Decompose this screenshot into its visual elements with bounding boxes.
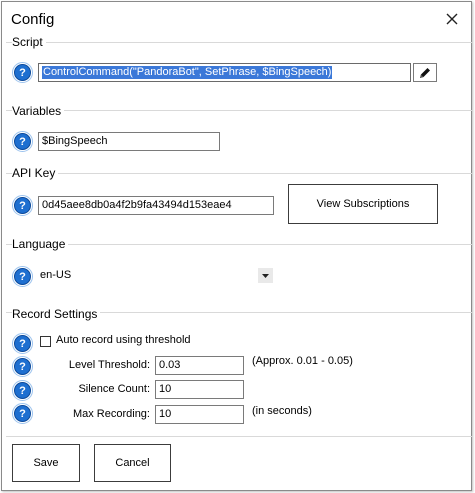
language-selected: en-US xyxy=(40,269,72,281)
save-button[interactable]: Save xyxy=(12,444,80,482)
footer-divider xyxy=(6,436,472,437)
script-input[interactable]: ControlCommand("PandoraBot", SetPhrase, … xyxy=(38,63,411,82)
language-dropdown[interactable]: en-US xyxy=(40,266,273,285)
dialog-title: Config xyxy=(11,11,55,28)
edit-script-button[interactable] xyxy=(413,63,437,82)
question-circle-icon[interactable]: ? xyxy=(12,266,33,287)
variables-input[interactable]: $BingSpeech xyxy=(38,132,220,151)
level-threshold-label: Level Threshold: xyxy=(68,359,150,371)
variables-divider xyxy=(6,110,472,111)
question-circle-icon[interactable]: ? xyxy=(12,356,33,377)
level-threshold-hint: (Approx. 0.01 - 0.05) xyxy=(252,355,353,367)
max-recording-hint: (in seconds) xyxy=(252,405,312,417)
record-settings-section-title: Record Settings xyxy=(12,307,101,321)
config-dialog: Config Script ? ControlCommand("PandoraB… xyxy=(1,1,472,491)
silence-count-label: Silence Count: xyxy=(78,383,150,395)
max-recording-input[interactable]: 10 xyxy=(155,405,244,424)
cancel-button[interactable]: Cancel xyxy=(94,444,171,482)
api-key-divider xyxy=(6,173,472,174)
api-key-section-title: API Key xyxy=(12,166,59,180)
api-key-input[interactable]: 0d45aee8db0a4f2b9fa43494d153eae4 xyxy=(38,196,274,215)
script-input-value: ControlCommand("PandoraBot", SetPhrase, … xyxy=(42,66,333,79)
variables-section-title: Variables xyxy=(12,104,65,118)
level-threshold-input[interactable]: 0.03 xyxy=(155,356,244,375)
question-circle-icon[interactable]: ? xyxy=(12,195,33,216)
silence-count-input[interactable]: 10 xyxy=(155,380,244,399)
question-circle-icon[interactable]: ? xyxy=(12,333,33,354)
close-button[interactable] xyxy=(440,8,464,30)
chevron-down-icon[interactable] xyxy=(258,268,273,283)
auto-record-label: Auto record using threshold xyxy=(56,334,191,346)
script-section-title: Script xyxy=(12,35,46,49)
max-recording-label: Max Recording: xyxy=(72,408,150,420)
question-circle-icon[interactable]: ? xyxy=(12,403,33,424)
pencil-icon xyxy=(420,67,430,78)
question-circle-icon[interactable]: ? xyxy=(12,131,33,152)
question-circle-icon[interactable]: ? xyxy=(12,62,33,83)
close-x-icon xyxy=(446,13,458,25)
auto-record-checkbox[interactable] xyxy=(40,336,51,347)
script-divider xyxy=(6,42,472,43)
view-subscriptions-button[interactable]: View Subscriptions xyxy=(288,184,438,224)
language-section-title: Language xyxy=(12,237,69,251)
language-divider xyxy=(6,244,472,245)
question-circle-icon[interactable]: ? xyxy=(12,380,33,401)
